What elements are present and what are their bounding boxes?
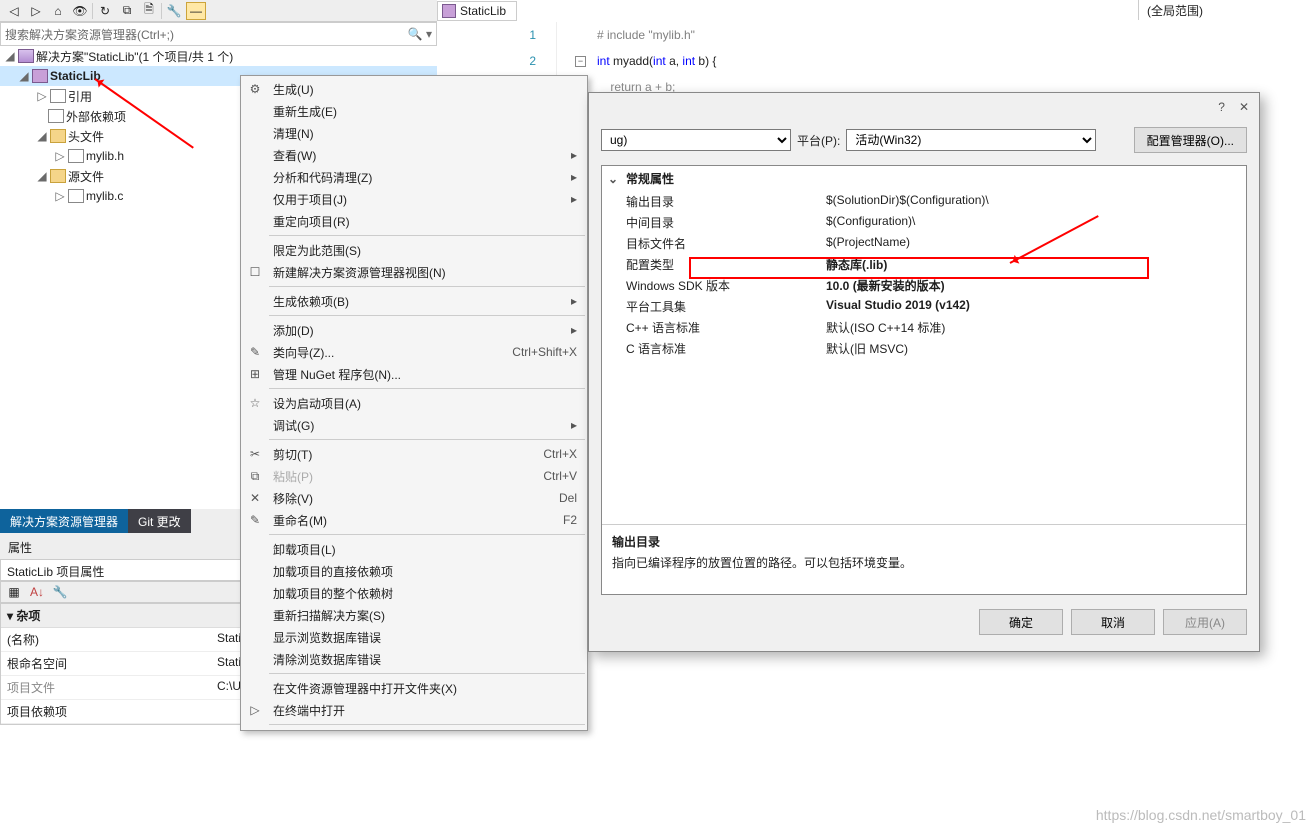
menu-icon: ⊞ — [245, 367, 265, 381]
forward-icon[interactable]: ▷ — [26, 2, 46, 20]
menu-item[interactable]: 清除浏览数据库错误 — [241, 648, 587, 670]
menu-icon: ✂ — [245, 447, 265, 461]
close-icon[interactable]: ✕ — [1239, 100, 1249, 114]
scope-dropdown[interactable]: (全局范围) — [1138, 0, 1211, 20]
prop-wrench-icon[interactable]: 🔧 — [50, 583, 70, 601]
config-manager-button[interactable]: 配置管理器(O)... — [1134, 127, 1247, 153]
back-icon[interactable]: ◁ — [4, 2, 24, 20]
config-property-row[interactable]: 平台工具集Visual Studio 2019 (v142) — [602, 296, 1246, 317]
tab-git-changes[interactable]: Git 更改 — [128, 509, 191, 533]
menu-item[interactable]: 在文件资源管理器中打开文件夹(X) — [241, 677, 587, 699]
menu-item[interactable]: 生成依赖项(B)▸ — [241, 290, 587, 312]
menu-item[interactable]: 仅用于项目(J)▸ — [241, 188, 587, 210]
configuration-select[interactable]: ug) — [601, 129, 791, 151]
platform-select[interactable]: 活动(Win32) — [846, 129, 1096, 151]
menu-item[interactable]: 重新扫描解决方案(S) — [241, 604, 587, 626]
menu-item[interactable]: ⧉粘贴(P)Ctrl+V — [241, 465, 587, 487]
menu-icon: ⧉ — [245, 469, 265, 484]
property-pages-dialog: ? ✕ ug) 平台(P): 活动(Win32) 配置管理器(O)... ⌄常规… — [588, 92, 1260, 652]
menu-item[interactable]: 加载项目的整个依赖树 — [241, 582, 587, 604]
menu-item[interactable]: ▷在终端中打开 — [241, 699, 587, 721]
menu-icon: ▷ — [245, 703, 265, 717]
context-menu: ⚙生成(U)重新生成(E)清理(N)查看(W)▸分析和代码清理(Z)▸仅用于项目… — [240, 75, 588, 731]
menu-item[interactable]: 显示浏览数据库错误 — [241, 626, 587, 648]
menu-item[interactable]: 调试(G)▸ — [241, 414, 587, 436]
config-property-row[interactable]: 中间目录$(Configuration)\ — [602, 212, 1246, 233]
categorized-icon[interactable]: ▦ — [4, 583, 24, 601]
editor-tab-label: StaticLib — [460, 4, 506, 18]
menu-item[interactable]: 分析和代码清理(Z)▸ — [241, 166, 587, 188]
solution-explorer-toolbar: ◁ ▷ ⌂ 👁 ↻ ⧉ 🗎 🔧 — — [0, 0, 437, 22]
menu-item[interactable]: ☆设为启动项目(A) — [241, 392, 587, 414]
sync-icon[interactable]: 👁 — [70, 2, 90, 20]
property-pane: ⌄常规属性 输出目录$(SolutionDir)$(Configuration)… — [601, 165, 1247, 595]
menu-item[interactable]: ✕移除(V)Del — [241, 487, 587, 509]
alpha-sort-icon[interactable]: A↓ — [27, 583, 47, 601]
config-property-row[interactable]: 配置类型静态库(.lib) — [602, 254, 1246, 275]
wrench-icon[interactable]: 🔧 — [164, 2, 184, 20]
menu-item[interactable]: ☐新建解决方案资源管理器视图(N) — [241, 261, 587, 283]
menu-icon: ⚙ — [245, 82, 265, 96]
menu-item[interactable]: 卸载项目(L) — [241, 538, 587, 560]
config-property-row[interactable]: 目标文件名$(ProjectName) — [602, 233, 1246, 254]
menu-icon: ☐ — [245, 265, 265, 279]
prop-category-general[interactable]: ⌄常规属性 — [602, 166, 1246, 191]
properties-icon[interactable]: 🗎 — [139, 2, 159, 20]
search-icon: 🔍 ▾ — [408, 27, 432, 41]
refresh-icon[interactable]: ↻ — [95, 2, 115, 20]
menu-icon: ☆ — [245, 396, 265, 410]
cancel-button[interactable]: 取消 — [1071, 609, 1155, 635]
config-property-row[interactable]: 输出目录$(SolutionDir)$(Configuration)\ — [602, 191, 1246, 212]
menu-item[interactable]: ✎重命名(M)F2 — [241, 509, 587, 531]
fold-icon[interactable]: − — [575, 56, 586, 67]
menu-icon: ✎ — [245, 513, 265, 527]
menu-item[interactable]: ⚙生成(U) — [241, 78, 587, 100]
ok-button[interactable]: 确定 — [979, 609, 1063, 635]
tab-solution-explorer[interactable]: 解决方案资源管理器 — [0, 509, 128, 533]
menu-item[interactable]: 重新生成(E) — [241, 100, 587, 122]
menu-item[interactable]: 查看(W)▸ — [241, 144, 587, 166]
cpp-project-icon — [442, 4, 456, 18]
menu-item[interactable]: 清理(N) — [241, 122, 587, 144]
home-icon[interactable]: ⌂ — [48, 2, 68, 20]
menu-icon: ✕ — [245, 491, 265, 505]
menu-item[interactable]: 加载项目的直接依赖项 — [241, 560, 587, 582]
menu-icon: ✎ — [245, 345, 265, 359]
menu-item[interactable]: 限定为此范围(S) — [241, 239, 587, 261]
show-all-icon[interactable]: ⧉ — [117, 2, 137, 20]
editor-tab[interactable]: StaticLib — [437, 1, 517, 21]
property-description: 输出目录 指向已编译程序的放置位置的路径。可以包括环境变量。 — [602, 524, 1246, 594]
help-icon[interactable]: ? — [1218, 100, 1225, 114]
solution-node[interactable]: ◢解决方案"StaticLib"(1 个项目/共 1 个) — [0, 46, 437, 66]
menu-item[interactable]: ✎类向导(Z)...Ctrl+Shift+X — [241, 341, 587, 363]
menu-item[interactable]: ✂剪切(T)Ctrl+X — [241, 443, 587, 465]
config-property-row[interactable]: C++ 语言标准默认(ISO C++14 标准) — [602, 317, 1246, 338]
solution-search[interactable]: 搜索解决方案资源管理器(Ctrl+;) 🔍 ▾ — [0, 22, 437, 46]
config-property-row[interactable]: Windows SDK 版本10.0 (最新安装的版本) — [602, 275, 1246, 296]
menu-item[interactable]: ⊞管理 NuGet 程序包(N)... — [241, 363, 587, 385]
preview-icon[interactable]: — — [186, 2, 206, 20]
config-property-row[interactable]: C 语言标准默认(旧 MSVC) — [602, 338, 1246, 359]
apply-button[interactable]: 应用(A) — [1163, 609, 1247, 635]
watermark: https://blog.csdn.net/smartboy_01 — [1096, 807, 1306, 823]
search-placeholder: 搜索解决方案资源管理器(Ctrl+;) — [5, 26, 174, 43]
platform-label: 平台(P): — [797, 132, 840, 149]
menu-item[interactable]: 重定向项目(R) — [241, 210, 587, 232]
menu-item[interactable]: 添加(D)▸ — [241, 319, 587, 341]
